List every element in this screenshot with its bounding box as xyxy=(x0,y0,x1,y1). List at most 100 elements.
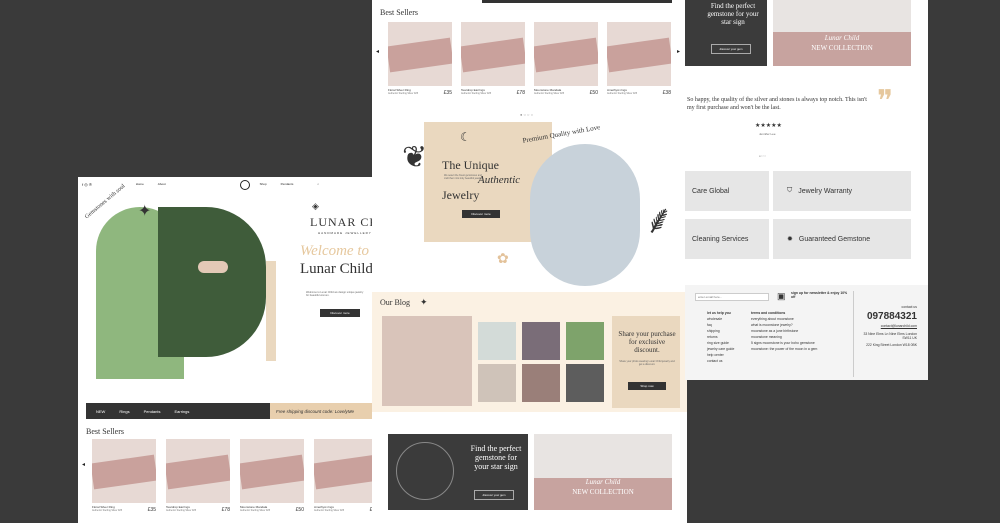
product-card[interactable]: Moonstone Mandala Authentic Sterling Sil… xyxy=(534,22,598,96)
next-arrow-icon[interactable]: ▸ xyxy=(677,48,680,55)
service-cleaning[interactable]: Cleaning Services xyxy=(685,219,769,259)
product-sub: Authentic Sterling Silver 925 xyxy=(607,92,638,95)
share-title: Share your purchase for exclusive discou… xyxy=(618,330,676,354)
terms-link[interactable]: 5 signs moonstone is your boho gemstone xyxy=(751,341,851,345)
service-warranty[interactable]: ⛉ Jewelry Warranty xyxy=(773,171,911,211)
contact-email[interactable]: contact@lunarchild.com xyxy=(859,324,917,328)
gemstone-button[interactable]: discover your gem xyxy=(474,490,514,500)
product-sub: Authentic Sterling Silver 925 xyxy=(534,92,565,95)
product-sub: Authentic Sterling Silver 925 xyxy=(461,92,492,95)
help-link[interactable]: returns xyxy=(707,335,734,339)
gemstone-button[interactable]: discover your gem xyxy=(711,44,751,54)
product-sub: Authentic Sterling Silver 925 xyxy=(166,509,197,512)
blog-thumb[interactable] xyxy=(522,322,560,360)
cat-rings[interactable]: Rings xyxy=(119,409,129,414)
blog-main-image[interactable] xyxy=(382,316,472,406)
product-image[interactable] xyxy=(166,439,230,503)
terms-title[interactable]: terms and conditions xyxy=(751,311,851,315)
unique-jewelry: Jewelry xyxy=(442,188,480,202)
phone-number[interactable]: 097884321 xyxy=(859,311,917,322)
best-sellers-title: Best Sellers xyxy=(380,8,418,17)
brand-sub: HANDMADE JEWELLERY xyxy=(318,231,372,235)
blog-thumb[interactable] xyxy=(566,322,604,360)
product-card[interactable]: Teardrop Earrings Authentic Sterling Sil… xyxy=(461,22,525,96)
share-button[interactable]: Shop now xyxy=(628,382,666,390)
share-body: Share your photo wearing Lunar Child jew… xyxy=(619,360,675,366)
prev-arrow-icon[interactable]: ◂ xyxy=(376,48,379,55)
contact-label: contact us xyxy=(901,305,917,309)
gift-icon: ▣ xyxy=(777,291,786,301)
zodiac-wheel-icon xyxy=(396,442,454,500)
hand xyxy=(198,261,228,273)
prev-arrow-icon[interactable]: ◂ xyxy=(82,461,85,468)
social-icons[interactable]: f ◎ ℗ xyxy=(82,182,92,187)
product-card[interactable]: Teardrop Earrings Authentic Sterling Sil… xyxy=(166,439,230,513)
service-care[interactable]: Care Global xyxy=(685,171,769,211)
star-icon: ✦ xyxy=(420,297,428,307)
terms-link[interactable]: moonstone as a june birthstone xyxy=(751,329,851,333)
nav-shop[interactable]: Shop xyxy=(260,182,267,186)
blog-thumb[interactable] xyxy=(522,364,560,402)
product-card[interactable]: Floral Silver Ring Authentic Sterling Si… xyxy=(92,439,156,513)
service-label: Care Global xyxy=(692,187,730,195)
gemstone-title: Find the perfect gemstone for your star … xyxy=(707,2,759,26)
help-link[interactable]: contact us xyxy=(707,359,734,363)
help-link[interactable]: shipping xyxy=(707,329,734,333)
gemstone-card: Find the perfect gemstone for your star … xyxy=(685,0,767,66)
nav-pendants[interactable]: Pendants xyxy=(281,182,294,186)
product-image[interactable] xyxy=(388,22,452,86)
unique-body: We select the finest gemstones and craft… xyxy=(444,174,483,180)
testimonial-text: So happy, the quality of the silver and … xyxy=(687,97,867,111)
terms-link[interactable]: moonstone meaning xyxy=(751,335,851,339)
hero: ✦ Gemstones with soul ◈ LUNAR CHILD HAND… xyxy=(78,183,378,405)
service-label: Jewelry Warranty xyxy=(798,187,853,195)
shield-icon: ⛉ xyxy=(787,187,793,194)
cat-new[interactable]: NEW xyxy=(96,409,105,414)
search-icon[interactable]: ⌕ xyxy=(317,182,319,186)
blog-thumb[interactable] xyxy=(566,364,604,402)
homepage-middle: Best Sellers ◂ ▸ Floral Silver Ring Auth… xyxy=(372,0,687,523)
product-image[interactable] xyxy=(607,22,671,86)
terms-link[interactable]: everything about moonstone xyxy=(751,317,851,321)
best-sellers-title: Best Sellers xyxy=(86,427,124,436)
product-image[interactable] xyxy=(534,22,598,86)
product-card[interactable]: Amethyst rings Authentic Sterling Silver… xyxy=(314,439,378,513)
product-sub: Authentic Sterling Silver 925 xyxy=(388,92,419,95)
nav-about[interactable]: About xyxy=(158,182,166,186)
beige-panel xyxy=(266,261,276,361)
service-gemstone[interactable]: ✹ Guaranteed Gemstone xyxy=(773,219,911,259)
product-image[interactable] xyxy=(240,439,304,503)
terms-link[interactable]: what is moonstone jewelry? xyxy=(751,323,851,327)
cat-pendants[interactable]: Pendants xyxy=(144,409,161,414)
welcome-text: Welcome to xyxy=(300,243,370,259)
discover-button[interactable]: Discover more xyxy=(320,309,360,317)
terms-link[interactable]: moonstone: the power of the moon in a ge… xyxy=(751,347,851,351)
carousel-dots[interactable]: ●○○○ xyxy=(759,154,766,158)
product-sub: Authentic Sterling Silver 925 xyxy=(92,509,123,512)
blog-thumb[interactable] xyxy=(478,364,516,402)
help-link[interactable]: wholesale xyxy=(707,317,734,321)
cat-earrings[interactable]: Earrings xyxy=(174,409,189,414)
product-image[interactable] xyxy=(314,439,378,503)
blog-title: Our Blog xyxy=(380,298,410,307)
product-image[interactable] xyxy=(92,439,156,503)
product-card[interactable]: Moonstone Mandala Authentic Sterling Sil… xyxy=(240,439,304,513)
unique-authentic: Authentic xyxy=(478,174,521,186)
product-card[interactable]: Amethyst rings Authentic Sterling Silver… xyxy=(607,22,671,96)
unique-discover-button[interactable]: Discover more xyxy=(462,210,500,218)
product-image[interactable] xyxy=(461,22,525,86)
help-link[interactable]: jewelry care guide xyxy=(707,347,734,351)
nav-home[interactable]: Home xyxy=(136,182,144,186)
help-link[interactable]: help center xyxy=(707,353,734,357)
service-label: Cleaning Services xyxy=(692,235,749,243)
product-price: £50 xyxy=(589,90,598,96)
product-card[interactable]: Floral Silver Ring Authentic Sterling Si… xyxy=(388,22,452,96)
blog-thumb[interactable] xyxy=(478,322,516,360)
newsletter-email-input[interactable] xyxy=(695,293,769,301)
address-1: 33 Nine Elms Ln Nine Elms London SW11 UK xyxy=(863,332,917,340)
flower-icon: ✿ xyxy=(497,250,509,266)
help-link[interactable]: faq xyxy=(707,323,734,327)
help-link[interactable]: ring size guide xyxy=(707,341,734,345)
carousel-dots[interactable]: ● ○ ○ ○ xyxy=(520,112,533,117)
moon-logo-icon[interactable] xyxy=(240,180,250,190)
